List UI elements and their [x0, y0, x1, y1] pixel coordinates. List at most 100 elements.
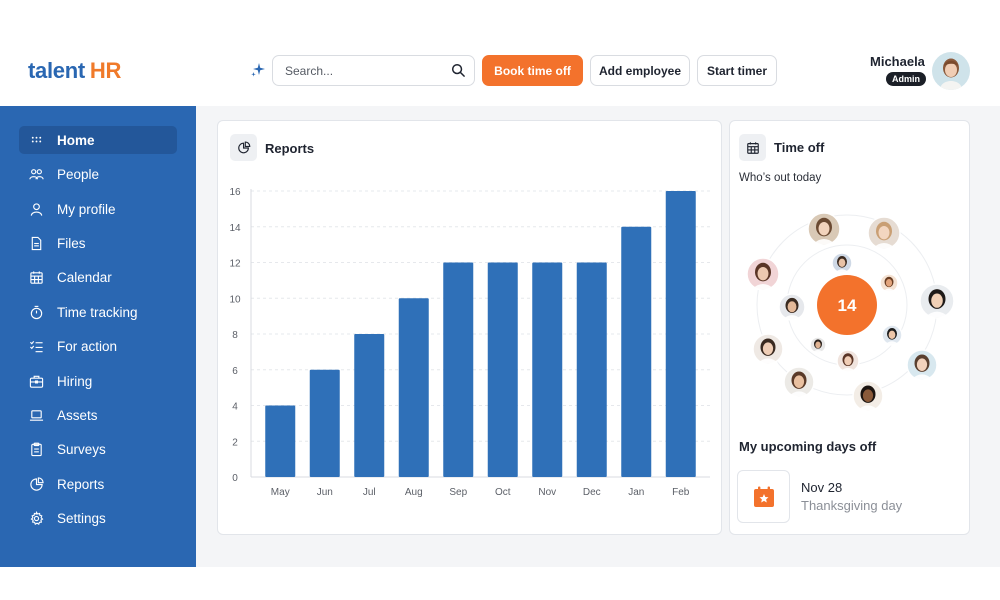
grid-icon	[28, 132, 44, 148]
brand-logo[interactable]: talent HR	[28, 58, 121, 84]
out-employee-avatar[interactable]	[783, 366, 815, 398]
out-count: 14	[838, 296, 857, 315]
x-tick-label: Dec	[583, 487, 601, 498]
out-employee-avatar[interactable]	[809, 336, 827, 354]
avatar-face	[787, 301, 797, 313]
x-tick-label: Nov	[538, 487, 556, 498]
search-icon[interactable]	[451, 63, 466, 78]
out-employee-avatar[interactable]	[906, 349, 938, 381]
add-employee-button[interactable]: Add employee	[590, 55, 690, 86]
avatar-face	[931, 293, 943, 308]
y-tick-label: 12	[229, 259, 241, 270]
app-root: talentHR Book time off Add employee Star…	[0, 0, 1000, 600]
sidebar-item-calendar[interactable]: Calendar	[19, 263, 177, 291]
upcoming-day-name: Thanksgiving day	[801, 498, 903, 513]
y-tick-label: 8	[232, 330, 238, 341]
out-employee-avatar[interactable]	[807, 212, 841, 246]
avatar-face	[818, 221, 830, 236]
calendar-star-icon	[737, 470, 790, 523]
user-avatar[interactable]	[932, 52, 970, 90]
avatar-face	[815, 341, 821, 349]
start-timer-button[interactable]: Start timer	[697, 55, 777, 86]
bar-nov[interactable]	[532, 262, 563, 478]
sidebar-item-settings[interactable]: Settings	[19, 504, 177, 532]
sidebar-item-time-tracking[interactable]: Time tracking	[19, 298, 177, 326]
search-input[interactable]	[285, 64, 445, 78]
sidebar-item-people[interactable]: People	[19, 160, 177, 188]
sidebar-item-label: Files	[57, 235, 86, 251]
bar-feb[interactable]	[665, 191, 696, 477]
sidebar-item-home[interactable]: Home	[19, 126, 177, 154]
sidebar-item-label: Surveys	[57, 441, 106, 457]
sidebar-item-label: Home	[57, 132, 95, 148]
checklist-icon	[28, 338, 44, 354]
bar-jan[interactable]	[621, 226, 652, 477]
y-tick-label: 6	[232, 366, 238, 377]
main-content: Reports 0 2 4 6 8 10 12 14 16 May Jun Jul Aug Sep Oct N…	[196, 106, 1000, 567]
out-employee-avatar[interactable]	[867, 216, 901, 250]
avatar-face	[844, 356, 852, 366]
y-tick-label: 10	[229, 294, 241, 305]
avatar-face	[762, 342, 774, 355]
bar-may[interactable]	[265, 405, 296, 478]
sidebar-item-my-profile[interactable]: My profile	[19, 195, 177, 223]
x-tick-label: Jan	[628, 487, 644, 498]
sidebar-item-label: Settings	[57, 510, 106, 526]
out-employee-avatar[interactable]	[852, 380, 884, 411]
bottom-strip	[0, 567, 1000, 600]
sidebar-item-for-action[interactable]: For action	[19, 332, 177, 360]
logo-text-hr: HR	[89, 58, 122, 83]
sidebar-item-surveys[interactable]: Surveys	[19, 435, 177, 463]
search-box[interactable]	[272, 55, 475, 86]
x-tick-label: Oct	[495, 487, 511, 498]
x-tick-label: Jul	[363, 487, 376, 498]
out-employee-avatar[interactable]	[881, 324, 903, 346]
sparkle-icon[interactable]	[250, 62, 266, 78]
time-off-card: Time off Who’s out today 14 My upcoming …	[729, 120, 970, 535]
out-employee-avatar[interactable]	[778, 293, 806, 321]
out-employee-avatar[interactable]	[879, 273, 899, 293]
out-employee-avatar[interactable]	[752, 333, 784, 365]
avatar-face	[916, 358, 928, 371]
avatar-face	[888, 330, 896, 339]
book-time-off-button[interactable]: Book time off	[482, 55, 583, 86]
sidebar-item-files[interactable]: Files	[19, 229, 177, 257]
sidebar-item-label: Assets	[57, 407, 98, 423]
out-employee-avatar[interactable]	[746, 257, 780, 291]
avatar-face	[838, 258, 846, 267]
sidebar-item-reports[interactable]: Reports	[19, 470, 177, 498]
file-icon	[28, 235, 44, 251]
y-tick-label: 4	[232, 402, 238, 413]
out-employee-avatar[interactable]	[919, 283, 955, 319]
avatar-face	[862, 389, 874, 402]
x-tick-label: Sep	[449, 487, 467, 498]
bar-sep[interactable]	[443, 262, 474, 478]
bar-jul[interactable]	[354, 334, 385, 477]
y-tick-label: 16	[229, 187, 241, 198]
briefcase-icon	[28, 373, 44, 389]
sidebar-item-assets[interactable]: Assets	[19, 401, 177, 429]
calendar-icon	[28, 269, 44, 285]
x-tick-label: Aug	[405, 487, 423, 498]
reports-bar-chart: 0 2 4 6 8 10 12 14 16 May Jun Jul Aug Sep Oct Nov Dec Jan…	[229, 187, 710, 498]
user-icon	[28, 201, 44, 217]
laptop-icon	[28, 407, 44, 423]
bar-oct[interactable]	[487, 262, 518, 478]
bar-jun[interactable]	[309, 369, 340, 477]
sidebar-item-hiring[interactable]: Hiring	[19, 367, 177, 395]
pie-chart-icon	[28, 476, 44, 492]
user-name: Michaela	[870, 54, 925, 69]
sidebar-item-label: People	[57, 166, 100, 182]
bar-aug[interactable]	[398, 298, 429, 477]
sidebar-item-label: Reports	[57, 476, 105, 492]
calendar-icon	[739, 134, 766, 161]
stopwatch-icon	[28, 304, 44, 320]
reports-card: Reports 0 2 4 6 8 10 12 14 16 May Jun Jul Aug Sep Oct N…	[217, 120, 722, 535]
avatar-face	[757, 266, 769, 281]
y-tick-label: 0	[232, 473, 238, 484]
bar-dec[interactable]	[576, 262, 607, 478]
out-employee-avatar[interactable]	[836, 349, 860, 373]
clipboard-icon	[28, 441, 44, 457]
out-employee-avatar[interactable]	[831, 252, 853, 274]
avatar-face	[885, 279, 893, 287]
